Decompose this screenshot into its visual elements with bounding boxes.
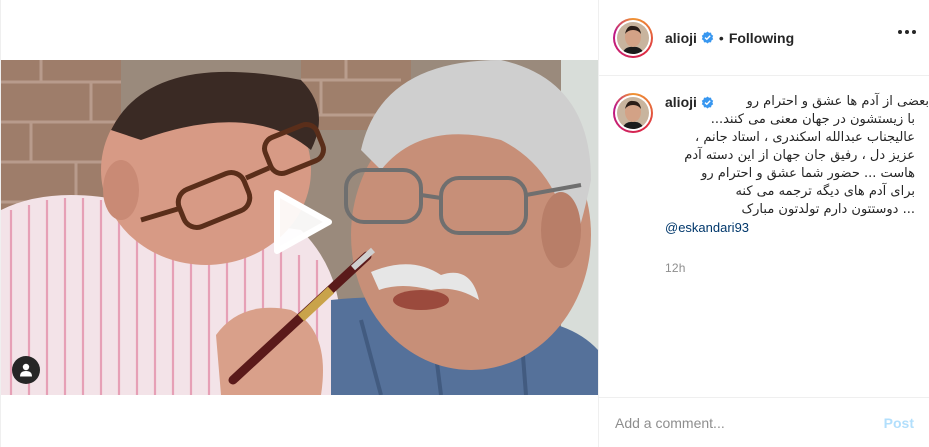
username[interactable]: alioji	[665, 30, 697, 46]
dot	[905, 30, 909, 34]
comment-input[interactable]	[615, 414, 884, 431]
caption-line: عزیز دل ، رفیق جان جهان از این دسته آدم	[684, 148, 915, 163]
post-sidebar: alioji • Following alioji بعضی از آدم ها…	[598, 0, 929, 447]
caption-line: عالیجناب عبدالله اسکندری ، استاد جانم ،	[695, 130, 915, 145]
avatar-image	[617, 97, 649, 129]
person-icon	[20, 363, 32, 377]
add-comment-bar: Post	[599, 397, 929, 447]
caption-body: alioji بعضی از آدم ها عشق و احترام رو با…	[665, 93, 929, 277]
caption-line: با زیستشون در جهان معنی می کنند...	[710, 112, 915, 127]
post-timestamp[interactable]: 12h	[665, 259, 915, 277]
more-options-icon[interactable]	[898, 30, 916, 34]
dot	[912, 30, 916, 34]
caption-text: بعضی از آدم ها عشق و احترام رو با زیستشو…	[665, 93, 929, 219]
caption-avatar[interactable]	[613, 93, 653, 277]
avatar-image	[617, 21, 649, 54]
following-button[interactable]: Following	[729, 30, 794, 46]
verified-badge-icon	[701, 31, 714, 44]
avatar[interactable]	[613, 93, 653, 133]
caption-line: هاست ... حضور شما عشق و احترام رو	[701, 166, 915, 181]
instagram-post: alioji • Following alioji بعضی از آدم ها…	[0, 0, 929, 447]
post-header: alioji • Following	[599, 0, 929, 76]
user-tag-icon[interactable]	[12, 356, 40, 384]
comments-section: alioji بعضی از آدم ها عشق و احترام رو با…	[599, 77, 929, 397]
verified-badge-icon	[701, 96, 714, 108]
avatar-border	[615, 95, 651, 131]
mention-link[interactable]: @eskandari93	[665, 219, 915, 237]
separator-dot: •	[718, 29, 724, 46]
caption-line: برای آدم های دیگه ترجمه می کنه	[735, 184, 915, 199]
dot	[898, 30, 902, 34]
post-comment-button[interactable]: Post	[884, 415, 914, 431]
caption: alioji بعضی از آدم ها عشق و احترام رو با…	[613, 93, 929, 277]
caption-line: ... دوستتون دارم تولدتون مبارک	[741, 202, 915, 217]
avatar[interactable]	[613, 17, 653, 58]
caption-username[interactable]: alioji	[665, 93, 697, 111]
avatar-border	[615, 19, 651, 56]
post-video[interactable]	[1, 60, 598, 395]
play-icon[interactable]	[269, 189, 335, 255]
